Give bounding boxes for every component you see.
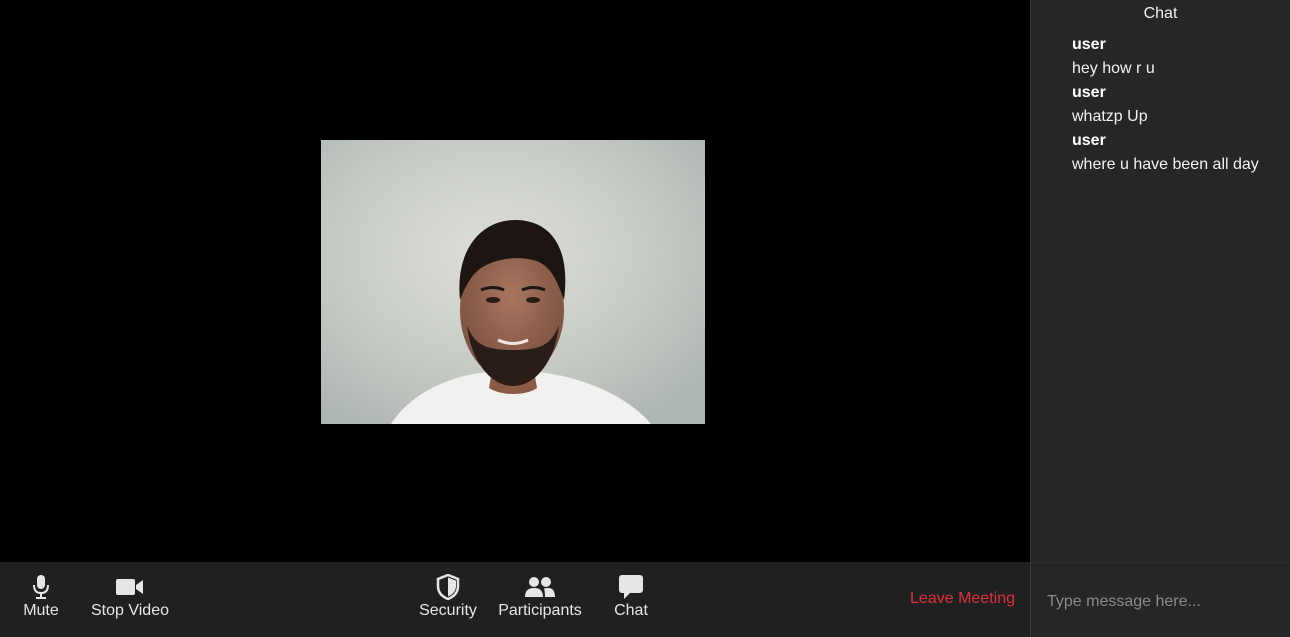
stop-video-button[interactable]: Stop Video [90,562,170,637]
message-text: whatzp Up [1072,108,1148,125]
participants-button[interactable]: Participants [497,562,583,637]
chat-message-input[interactable] [1045,589,1274,615]
participant-video[interactable] [321,140,705,424]
security-label: Security [419,602,477,619]
leave-meeting-button[interactable]: Leave Meeting [910,590,1015,608]
mute-button[interactable]: Mute [21,562,61,637]
message-author: user [1072,36,1106,53]
participants-label: Participants [498,602,582,619]
message-author: user [1072,84,1106,101]
chat-messages: user hey how r u user whatzp Up user whe… [1072,33,1284,177]
chat-panel-title: Chat [1143,5,1178,22]
message-author: user [1072,132,1106,149]
stop-video-label: Stop Video [91,602,169,619]
chat-bubble-icon [618,574,644,600]
message-text: where u have been all day [1072,156,1259,173]
webcam-frame-image [321,140,705,424]
microphone-icon [31,574,51,600]
chat-label: Chat [614,602,648,619]
mute-label: Mute [23,602,59,619]
chat-input-area [1031,562,1290,637]
security-button[interactable]: Security [418,562,478,637]
meeting-app: Mute Stop Video Security Participants Ch… [0,0,1290,637]
participants-icon [524,574,556,600]
chat-button[interactable]: Chat [611,562,651,637]
shield-icon [436,574,460,600]
video-camera-icon [115,574,145,600]
message-text: hey how r u [1072,60,1155,77]
video-stage [0,0,1030,562]
meeting-toolbar: Mute Stop Video Security Participants Ch… [0,562,1030,637]
chat-panel: Chat user hey how r u user whatzp Up use… [1030,0,1290,637]
